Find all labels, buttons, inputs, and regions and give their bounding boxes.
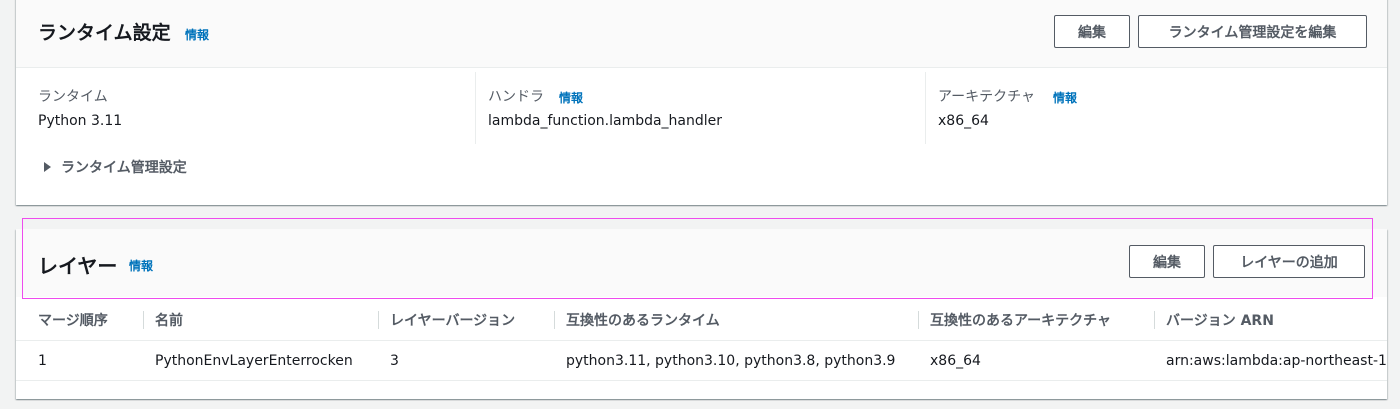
runtime-edit-button[interactable]: 編集 [1054, 15, 1130, 48]
architecture-field: アーキテクチャ 情報 x86_64 [925, 72, 1365, 144]
runtime-settings-info-link[interactable]: 情報 [185, 26, 209, 43]
layers-title: レイヤー [38, 254, 118, 278]
column-version-arn[interactable]: バージョン ARN [1154, 299, 1274, 341]
runtime-settings-header: ランタイム設定 情報 編集 ランタイム管理設定を編集 [16, 0, 1387, 68]
handler-info-link[interactable]: 情報 [559, 89, 583, 106]
cell-name: PythonEnvLayerEnterrocken [155, 353, 353, 369]
runtime-settings-panel: ランタイム設定 情報 編集 ランタイム管理設定を編集 ランタイム Python … [16, 0, 1387, 205]
column-layer-version[interactable]: レイヤーバージョン [377, 299, 515, 341]
edit-runtime-management-button[interactable]: ランタイム管理設定を編集 [1138, 15, 1367, 48]
cell-merge-order: 1 [38, 353, 47, 369]
runtime-label: ランタイム [38, 89, 108, 105]
architecture-info-link[interactable]: 情報 [1053, 89, 1077, 106]
handler-value: lambda_function.lambda_handler [488, 113, 723, 129]
column-name[interactable]: 名前 [143, 299, 183, 341]
architecture-label: アーキテクチャ [938, 89, 1036, 105]
runtime-field: ランタイム Python 3.11 [38, 72, 475, 144]
runtime-settings-title: ランタイム設定 [38, 22, 171, 44]
layers-edit-button[interactable]: 編集 [1129, 245, 1205, 278]
handler-label: ハンドラ [488, 89, 544, 105]
layers-table-header: マージ順序 名前 レイヤーバージョン 互換性のあるランタイム 互換性のあるアーキ… [16, 299, 1387, 341]
layers-header: レイヤー 情報 編集 レイヤーの追加 [16, 229, 1387, 297]
add-layer-button[interactable]: レイヤーの追加 [1213, 245, 1365, 278]
column-compatible-runtimes[interactable]: 互換性のあるランタイム [554, 299, 720, 341]
handler-field: ハンドラ 情報 lambda_function.lambda_handler [475, 72, 925, 144]
caret-right-icon [44, 162, 51, 172]
architecture-value: x86_64 [938, 113, 989, 129]
cell-compatible-runtimes: python3.11, python3.10, python3.8, pytho… [566, 353, 896, 369]
table-row: 1 PythonEnvLayerEnterrocken 3 python3.11… [16, 341, 1387, 381]
cell-layer-version: 3 [390, 353, 399, 369]
cell-compatible-architectures: x86_64 [930, 353, 981, 369]
runtime-management-expander-label: ランタイム管理設定 [61, 160, 187, 176]
column-merge-order[interactable]: マージ順序 [38, 299, 108, 341]
column-compatible-architectures[interactable]: 互換性のあるアーキテクチャ [917, 299, 1111, 341]
cell-version-arn[interactable]: arn:aws:lambda:ap-northeast-1:( [1166, 341, 1387, 381]
runtime-value: Python 3.11 [38, 113, 123, 129]
layers-info-link[interactable]: 情報 [129, 257, 153, 274]
layers-panel: レイヤー 情報 編集 レイヤーの追加 マージ順序 名前 レイヤーバージョン 互換… [16, 229, 1387, 399]
runtime-management-expander[interactable]: ランタイム管理設定 [44, 157, 187, 177]
